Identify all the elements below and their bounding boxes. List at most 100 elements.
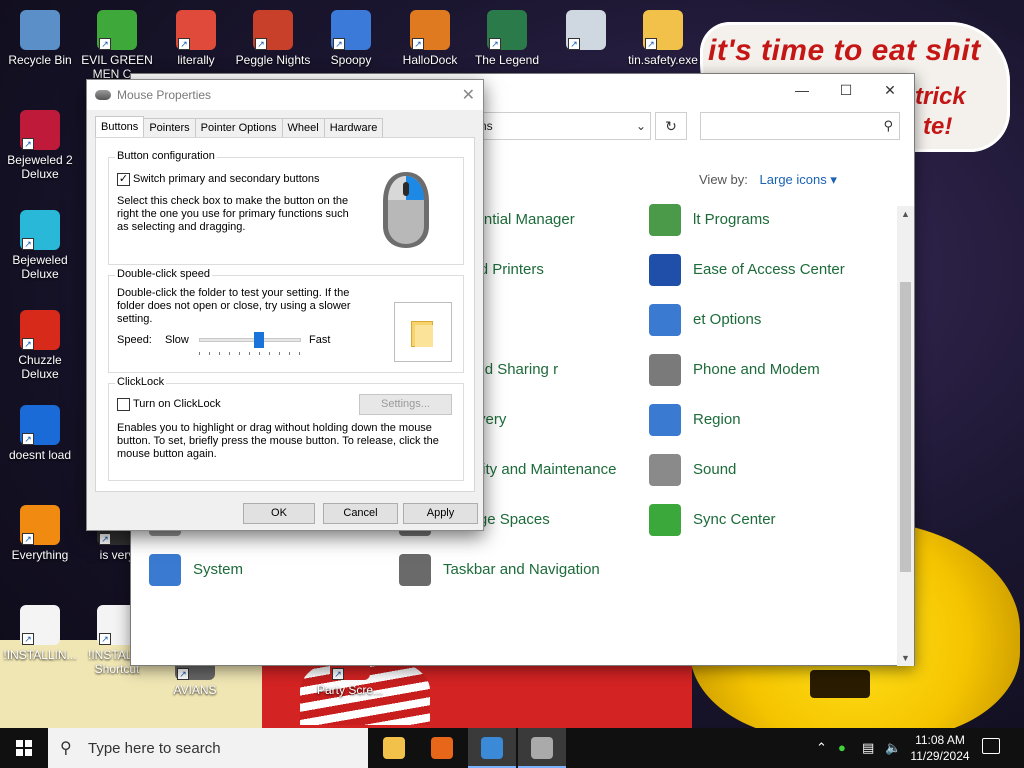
view-by-dropdown[interactable]: Large icons ▾ [760, 172, 837, 187]
refresh-button[interactable]: ↻ [655, 112, 687, 140]
clicklock-checkbox[interactable] [117, 398, 130, 411]
shortcut-arrow-icon: ↗ [332, 668, 344, 680]
banner-line-3: te! [923, 113, 953, 140]
chevron-down-icon[interactable]: ⌄ [636, 113, 646, 139]
ok-button[interactable]: OK [243, 503, 315, 524]
desktop-icon-label: Chuzzle Deluxe [18, 353, 62, 381]
slider-tick [239, 352, 240, 355]
desktop-icon[interactable]: ↗ HalloDock [390, 10, 470, 67]
mouse-properties-dialog[interactable]: Mouse Properties ✕ Buttons Pointers Pointe… [86, 79, 484, 531]
folder-icon: ↗ [643, 10, 683, 50]
mouse-icon [95, 90, 111, 100]
taskbar: ⚲ Type here to search ⌃ ● ▤ 🔈 11:08 AM 1… [0, 728, 1024, 768]
search-placeholder: Type here to search [88, 740, 221, 757]
mouse-icon [531, 737, 553, 759]
shortcut-arrow-icon: ↗ [178, 38, 190, 50]
control-panel-item[interactable]: Taskbar and Navigation [399, 554, 600, 586]
slider-thumb[interactable] [254, 332, 264, 348]
desktop-icon[interactable]: ↗ EVIL GREEN MEN C... [77, 10, 157, 81]
desktop-icon[interactable]: ↗ The Legend [467, 10, 547, 67]
wallpaper-banner-text: it's time to eat shit [708, 34, 981, 67]
cancel-button[interactable]: Cancel [323, 503, 398, 524]
taskbar-app-button[interactable] [518, 728, 566, 768]
slider-tick [269, 352, 270, 355]
double-click-description: Double-click the folder to test your set… [117, 287, 351, 325]
tab-hardware[interactable]: Hardware [323, 118, 384, 138]
desktop-icon[interactable]: ↗ literally [156, 10, 236, 67]
start-button[interactable] [0, 728, 48, 768]
fast-label: Fast [309, 334, 331, 346]
control-panel-item[interactable]: Ease of Access Center [649, 254, 845, 286]
desktop-icon-label: literally [177, 53, 215, 67]
desktop-icon[interactable]: ↗ Everything [0, 505, 80, 562]
desktop-icon[interactable]: ↗ [546, 10, 626, 53]
wallpaper-banner-text-2: trick te! [915, 82, 966, 142]
minimize-button[interactable]: — [785, 78, 819, 102]
maximize-button[interactable]: ☐ [829, 78, 863, 102]
double-click-speed-group: Double-click speed Double-click the fold… [108, 268, 464, 373]
taskbar-app-button[interactable] [370, 728, 418, 768]
taskbar-clock[interactable]: 11:08 AM 11/29/2024 [905, 732, 975, 764]
desktop-icon[interactable]: ↗ tin.safety.exe [623, 10, 703, 67]
desktop-icon[interactable]: ↗ Peggle Nights [233, 10, 313, 67]
phone-modem-icon [649, 354, 681, 386]
desktop-icon-label: Party Scre... [316, 683, 384, 697]
slider-track[interactable] [199, 338, 301, 342]
test-folder-icon[interactable] [394, 302, 452, 362]
vertical-scrollbar[interactable]: ▲ ▼ [897, 206, 914, 666]
chevron-up-icon[interactable]: ⌃ [816, 740, 827, 756]
thunderbird-icon: ↗ [20, 405, 60, 445]
desktop-icon-label: AVIANS [173, 683, 217, 697]
clicklock-settings-button[interactable]: Settings... [359, 394, 452, 415]
volume-icon[interactable]: 🔈 [885, 740, 901, 756]
clicklock-label[interactable]: Turn on ClickLock [133, 398, 221, 411]
firefox-icon [431, 737, 453, 759]
desktop-icon[interactable]: ↗ Bejeweled 2 Deluxe [0, 110, 80, 181]
clock-time: 11:08 AM [915, 733, 965, 747]
control-panel-item[interactable]: Region [649, 404, 741, 436]
switch-buttons-checkbox[interactable]: ✓ [117, 173, 130, 186]
control-panel-item[interactable]: System [149, 554, 373, 586]
taskbar-app-button[interactable] [418, 728, 466, 768]
control-panel-item[interactable]: Phone and Modem [649, 354, 820, 386]
user-status-icon[interactable]: ● [838, 740, 846, 755]
desktop-icon[interactable]: ↗ Spoopy [311, 10, 391, 67]
control-panel-item[interactable]: Sound [649, 454, 736, 486]
search-icon: ⚲ [60, 740, 72, 757]
tab-buttons[interactable]: Buttons [95, 116, 145, 138]
control-panel-item[interactable]: lt Programs [649, 204, 770, 236]
desktop-icon-label: tin.safety.exe [628, 53, 698, 67]
network-icon[interactable]: ▤ [862, 740, 874, 756]
desktop-icon[interactable]: ↗ !INSTALLIN... [0, 605, 80, 662]
sound-icon [649, 454, 681, 486]
scroll-up-icon[interactable]: ▲ [897, 206, 914, 222]
desktop-icon[interactable]: ↗ Chuzzle Deluxe [0, 310, 80, 381]
desktop-icon[interactable]: ↗ doesnt load [0, 405, 80, 462]
shortcut-arrow-icon: ↗ [333, 38, 345, 50]
slow-label: Slow [165, 334, 189, 346]
double-click-speed-slider[interactable] [199, 328, 301, 358]
clock-date: 11/29/2024 [910, 749, 970, 763]
tab-wheel[interactable]: Wheel [281, 118, 325, 138]
close-button[interactable]: ✕ [873, 78, 907, 102]
taskbar-app-button[interactable] [468, 728, 516, 768]
taskbar-search-box[interactable]: ⚲ Type here to search [48, 728, 368, 768]
shortcut-arrow-icon: ↗ [645, 38, 657, 50]
apply-button[interactable]: Apply [403, 503, 478, 524]
control-panel-item[interactable]: et Options [649, 304, 761, 336]
desktop-icon[interactable]: Recycle Bin [0, 10, 80, 67]
switch-buttons-label[interactable]: Switch primary and secondary buttons [133, 173, 319, 186]
dialog-tabs: Buttons Pointers Pointer Options Wheel Hardw… [95, 116, 384, 138]
tab-pointer-options[interactable]: Pointer Options [194, 118, 283, 138]
dialog-close-button[interactable]: ✕ [462, 85, 475, 105]
search-input[interactable]: ⚲ [700, 112, 900, 140]
mouse-properties-titlebar[interactable]: Mouse Properties ✕ [87, 80, 483, 110]
notification-center-icon[interactable] [982, 738, 1000, 754]
dialog-title: Mouse Properties [117, 88, 212, 102]
control-panel-icon [481, 737, 503, 759]
control-panel-item[interactable]: Sync Center [649, 504, 776, 536]
scroll-down-icon[interactable]: ▼ [897, 650, 914, 666]
desktop-icon[interactable]: ↗ Bejeweled Deluxe [0, 210, 80, 281]
scrollbar-thumb[interactable] [900, 282, 911, 572]
tab-pointers[interactable]: Pointers [143, 118, 196, 138]
